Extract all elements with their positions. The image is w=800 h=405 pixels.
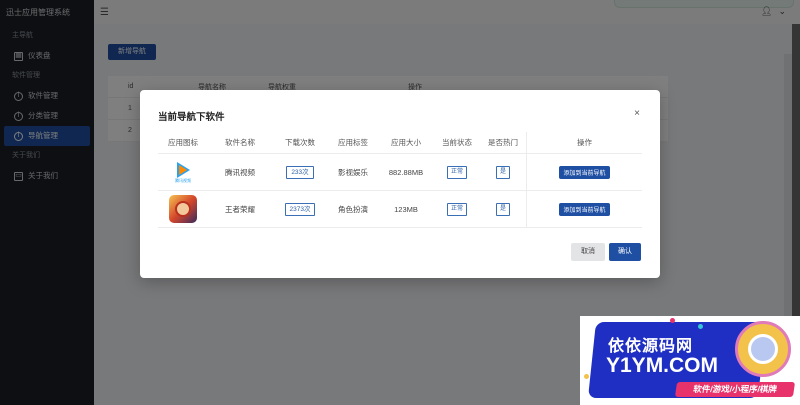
download-count-badge: 2373次 [284,202,316,216]
software-table: 应用图标 软件名称 下载次数 应用标签 应用大小 当前状态 是否热门 操作 腾讯… [158,131,642,228]
decorative-dot [584,374,589,379]
close-icon[interactable]: × [634,108,640,119]
confirm-button[interactable]: 确认 [609,243,641,261]
app-icon-caption: 腾讯视频 [175,178,191,183]
software-modal: 当前导航下软件 × 应用图标 软件名称 下载次数 应用标签 应用大小 当前状态 … [140,90,660,278]
watermark-banner: 依依源码网 Y1YM.COM 软件/游戏/小程序/棋牌 [580,316,800,405]
software-name: 腾讯视频 [225,167,255,177]
app-tag: 影视娱乐 [338,167,368,177]
status-badge: 正常 [446,202,467,216]
table-row: 王者荣耀 2373次 角色扮演 123MB 正常 是 添加到当前导航 [158,190,642,228]
app-size: 882.88MB [388,167,424,177]
watermark-line1: 依依源码网 [608,338,694,355]
column-header: 应用图标 [168,138,198,147]
honor-of-kings-app-icon [169,195,197,223]
status-badge: 正常 [446,165,467,179]
column-header: 应用标签 [338,138,368,147]
app-tag: 角色扮演 [338,204,368,214]
hot-badge: 是 [495,165,510,179]
software-name: 王者荣耀 [225,204,255,214]
hot-badge: 是 [495,202,510,216]
column-header: 应用大小 [391,138,421,147]
column-header: 是否热门 [488,138,518,147]
table-row: 腾讯视频 腾讯视频 233次 影视娱乐 882.88MB 正常 是 添加到当前导… [158,153,642,191]
download-count-badge: 233次 [286,165,314,179]
modal-title: 当前导航下软件 [158,112,225,123]
column-header: 下载次数 [285,138,315,147]
add-to-navigation-button[interactable]: 添加到当前导航 [559,165,610,179]
watermark-line2: Y1YM.COM [606,354,719,377]
magnifier-logo-icon [735,321,791,377]
tencent-video-app-icon: 腾讯视频 [169,158,197,186]
cancel-button[interactable]: 取消 [571,243,605,261]
watermark-line3: 软件/游戏/小程序/棋牌 [674,382,796,397]
add-to-navigation-button[interactable]: 添加到当前导航 [559,202,610,216]
column-header: 当前状态 [442,138,472,147]
app-size: 123MB [394,204,418,214]
decorative-dot [670,318,675,323]
table-header: 应用图标 软件名称 下载次数 应用标签 应用大小 当前状态 是否热门 操作 [158,131,642,154]
column-header: 软件名称 [225,138,255,147]
decorative-dot [698,324,703,329]
column-header: 操作 [526,131,642,154]
